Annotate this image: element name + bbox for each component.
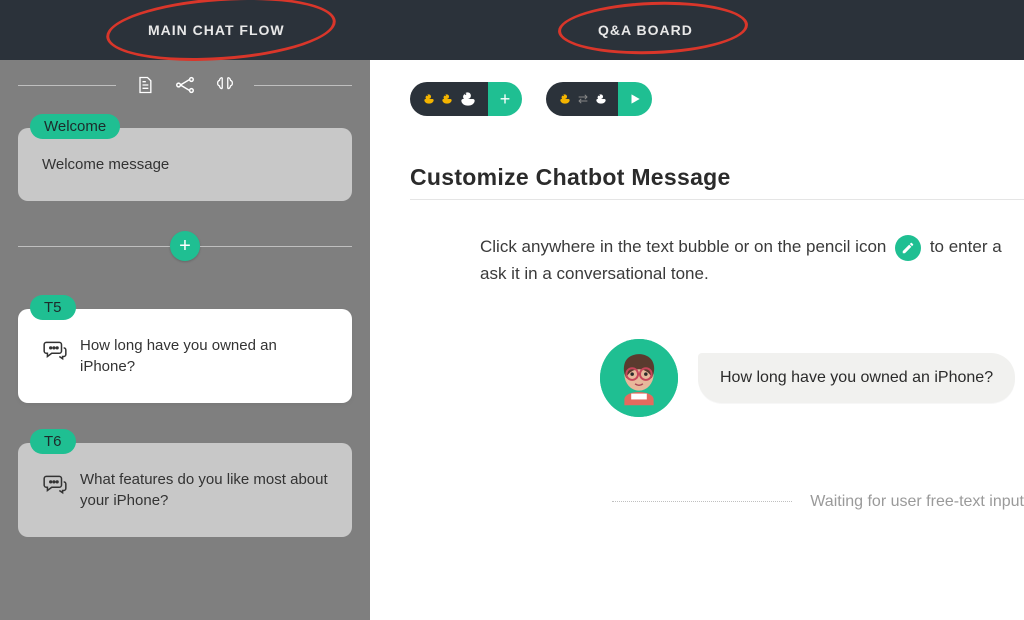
brain-icon[interactable] [214,74,236,96]
chat-preview: How long have you owned an iPhone? [600,339,1024,417]
card-text: What features do you like most about you… [80,469,328,511]
card-chip: T6 [30,429,76,454]
help-text: Click anywhere in the text bubble or on … [480,234,1024,287]
message-bubble[interactable]: How long have you owned an iPhone? [698,353,1015,403]
add-persona-button[interactable]: + [488,82,522,116]
duck-icon [422,92,436,106]
tab-qa-board[interactable]: Q&A BOARD [598,22,693,38]
flow-card-t5[interactable]: T5 How long have you owned an iPhone? [18,309,352,403]
top-nav: MAIN CHAT FLOW Q&A BOARD [0,0,1024,60]
card-chip: T5 [30,295,76,320]
sidebar-toolbar [18,60,352,106]
persona-group-play: ⇄ [546,82,652,116]
play-icon [628,92,642,106]
flow-card-t6[interactable]: T6 What features do you like most about … [18,443,352,537]
add-divider: + [18,231,352,261]
help-text-before: Click anywhere in the text bubble or on … [480,237,886,256]
document-icon[interactable] [134,74,156,96]
editor-pane: + ⇄ Customize Chatbot Message Click anyw… [370,60,1024,620]
duck-icon [558,92,572,106]
chat-icon [42,471,68,501]
chat-icon [42,337,68,367]
section-title: Customize Chatbot Message [410,164,1024,200]
editor-toolbar: + ⇄ [410,82,1024,116]
duck-icon [458,89,478,109]
waiting-text: Waiting for user free-text input [810,493,1024,511]
card-text: Welcome message [42,154,169,175]
tab-main-chat-flow[interactable]: MAIN CHAT FLOW [148,22,285,38]
pencil-icon[interactable] [895,235,921,261]
swap-icon: ⇄ [578,92,588,106]
flow-card-welcome[interactable]: Welcome Welcome message [18,128,352,201]
persona-group-add: + [410,82,522,116]
sidebar: Welcome Welcome message + T5 How long ha… [0,60,370,620]
duck-icon [594,92,608,106]
play-preview-button[interactable] [618,82,652,116]
waiting-indicator: Waiting for user free-text input [410,493,1024,511]
card-chip: Welcome [30,114,120,139]
duck-icon [440,92,454,106]
bot-avatar [600,339,678,417]
add-step-button[interactable]: + [170,231,200,261]
flow-icon[interactable] [174,74,196,96]
card-text: How long have you owned an iPhone? [80,335,328,377]
